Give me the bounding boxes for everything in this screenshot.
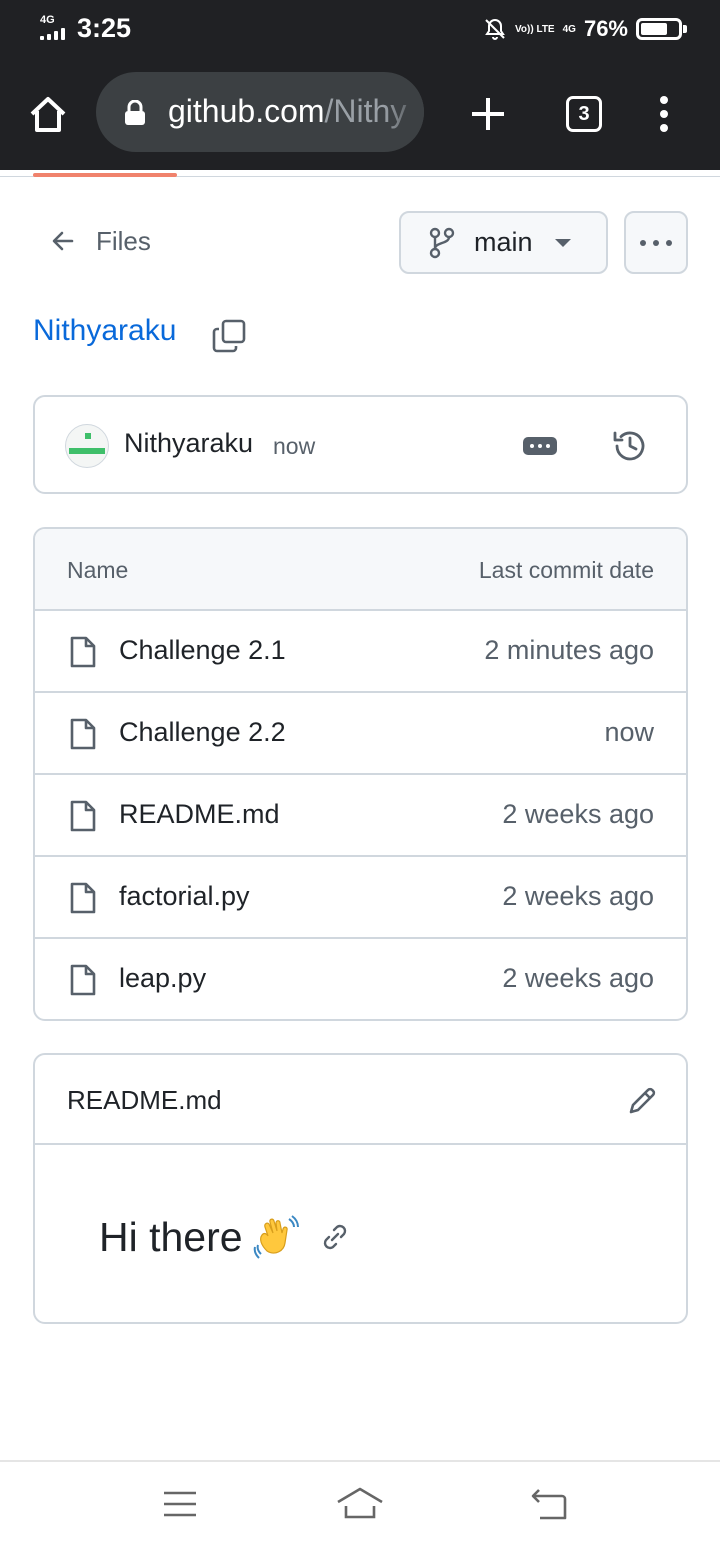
file-table: Name Last commit date Challenge 2.1 2 mi… <box>33 527 688 1021</box>
url-text: github.com/Nithy <box>168 93 406 130</box>
file-name[interactable]: Challenge 2.2 <box>119 717 286 748</box>
battery-percent: 76% <box>583 16 628 41</box>
notifications-muted-icon <box>485 18 505 40</box>
back-to-files-link[interactable]: Files <box>50 218 151 264</box>
readme-header: README.md <box>35 1055 686 1145</box>
back-nav-icon[interactable] <box>530 1488 568 1520</box>
readme-title: README.md <box>67 1085 222 1115</box>
data-network-indicator: 4G <box>562 23 576 35</box>
browser-toolbar: github.com/Nithy 3 <box>0 58 720 170</box>
file-name[interactable]: Challenge 2.1 <box>119 635 286 666</box>
table-row[interactable]: README.md 2 weeks ago <box>35 775 686 857</box>
battery-icon <box>636 18 687 40</box>
file-commit-date: 2 weeks ago <box>502 963 654 993</box>
branch-selector-button[interactable]: main <box>399 211 608 274</box>
file-icon <box>70 800 96 832</box>
commit-time: now <box>273 433 316 459</box>
clock: 3:25 <box>77 13 132 43</box>
url-domain: github.com <box>168 93 325 129</box>
pencil-icon[interactable] <box>626 1085 658 1117</box>
file-icon <box>70 882 96 914</box>
recent-apps-icon[interactable] <box>163 1490 197 1518</box>
home-nav-icon[interactable] <box>336 1486 384 1520</box>
table-row[interactable]: Challenge 2.2 now <box>35 693 686 775</box>
column-date-header: Last commit date <box>478 557 654 583</box>
commit-author[interactable]: Nithyaraku <box>124 428 253 459</box>
readme-heading: Hi there <box>99 1213 243 1260</box>
table-row[interactable]: factorial.py 2 weeks ago <box>35 857 686 939</box>
commit-message-toggle-icon[interactable] <box>523 437 557 455</box>
file-commit-date: 2 weeks ago <box>502 881 654 911</box>
file-name[interactable]: leap.py <box>119 963 206 994</box>
home-icon[interactable] <box>26 92 70 136</box>
more-vert-icon[interactable] <box>652 92 676 136</box>
file-icon <box>70 718 96 750</box>
address-bar[interactable]: github.com/Nithy <box>96 72 424 152</box>
status-bar: 4G 3:25 Vo)) LTE 4G 76% <box>0 0 720 58</box>
system-navigation-bar <box>0 1460 720 1544</box>
readme-content: Hi there <box>99 1213 351 1261</box>
column-name-header: Name <box>67 557 129 583</box>
arrow-left-icon <box>52 231 74 251</box>
history-icon[interactable] <box>611 427 649 465</box>
page-load-progress <box>0 170 720 178</box>
volte-indicator: Vo)) LTE <box>514 23 555 35</box>
caret-down-icon <box>554 238 571 247</box>
file-name[interactable]: factorial.py <box>119 881 250 912</box>
new-tab-icon[interactable] <box>466 92 510 136</box>
more-options-button[interactable] <box>624 211 688 274</box>
latest-commit-box: Nithyaraku now <box>33 395 688 494</box>
file-icon <box>70 964 96 996</box>
file-name[interactable]: README.md <box>119 799 280 830</box>
avatar[interactable] <box>65 424 109 468</box>
files-label: Files <box>96 225 151 256</box>
repo-name-link[interactable]: Nithyaraku <box>33 314 176 348</box>
kebab-horizontal-icon <box>640 239 672 246</box>
table-row[interactable]: Challenge 2.1 2 minutes ago <box>35 611 686 693</box>
copy-icon[interactable] <box>211 318 247 354</box>
table-header: Name Last commit date <box>35 529 686 611</box>
network-type: 4G <box>40 14 55 26</box>
url-path: /Nithy <box>324 93 407 129</box>
lock-icon <box>125 100 145 125</box>
git-branch-icon <box>429 227 455 258</box>
file-commit-date: now <box>604 717 654 747</box>
file-commit-date: 2 minutes ago <box>484 635 654 665</box>
branch-name: main <box>474 227 533 257</box>
anchor-link-icon[interactable] <box>319 1221 351 1253</box>
readme-panel: README.md Hi there <box>33 1053 688 1324</box>
file-commit-date: 2 weeks ago <box>502 799 654 829</box>
waving-hand-icon <box>253 1215 299 1259</box>
tab-switcher-button[interactable]: 3 <box>566 96 602 132</box>
signal-strength-icon: 4G <box>38 14 72 42</box>
file-icon <box>70 636 96 668</box>
table-row[interactable]: leap.py 2 weeks ago <box>35 939 686 1019</box>
